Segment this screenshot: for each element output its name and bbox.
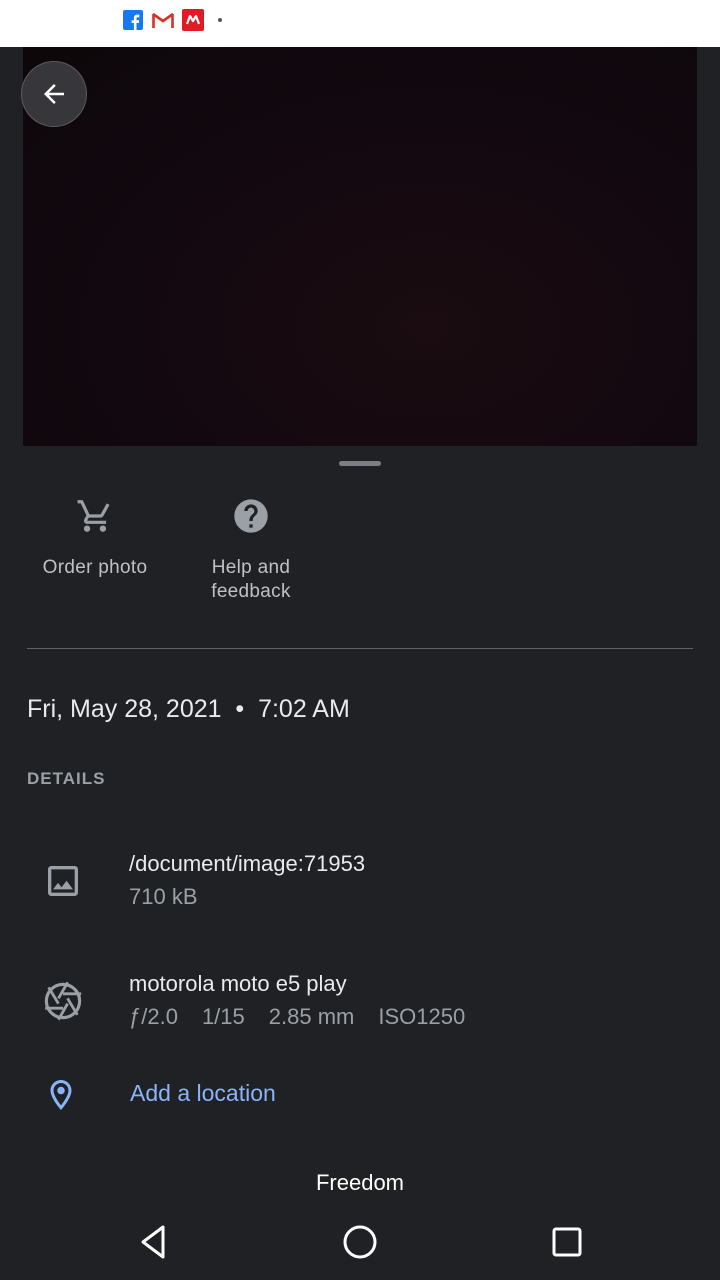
photo-viewer	[0, 47, 720, 467]
help-feedback-label: Help and feedback	[211, 557, 291, 602]
aperture-icon	[40, 978, 86, 1024]
file-size: 710 kB	[129, 884, 198, 909]
arrow-back-icon	[44, 84, 64, 104]
file-details-row[interactable]: /document/image:71953 710 kB	[0, 848, 720, 928]
shutter-speed: 1/15	[201, 1004, 245, 1029]
focal-length: 2.85 mm	[268, 1004, 355, 1029]
help-circle-icon	[231, 496, 271, 536]
order-photo-button[interactable]: Order photo	[15, 496, 175, 580]
facebook-icon	[122, 9, 144, 31]
add-location-row[interactable]: Add a location	[0, 1072, 720, 1122]
divider	[27, 648, 693, 649]
more-dot-icon	[218, 18, 222, 22]
iso-value: ISO1250	[378, 1004, 466, 1029]
camera-model: motorola moto e5 play	[129, 971, 347, 996]
camera-details-row[interactable]: motorola moto e5 play ƒ/2.0 1/15 2.85 mm…	[0, 968, 720, 1048]
help-feedback-button[interactable]: Help and feedback	[171, 496, 331, 604]
order-photo-label: Order photo	[42, 557, 148, 578]
image-icon	[40, 858, 86, 904]
gmail-icon	[152, 9, 174, 31]
photo	[23, 47, 697, 447]
cart-icon	[75, 496, 115, 536]
nav-back-icon	[141, 1225, 165, 1259]
myntra-icon	[182, 9, 204, 31]
photo-datetime: Fri, May 28, 2021 • 7:02 AM	[27, 695, 350, 723]
drag-handle[interactable]	[339, 461, 381, 466]
nav-recents-button[interactable]	[545, 1220, 589, 1264]
back-button[interactable]	[21, 61, 87, 127]
nav-home-icon	[343, 1225, 377, 1259]
location-pin-icon	[38, 1072, 84, 1118]
photo-caption: Freedom	[315, 1170, 405, 1195]
status-bar	[0, 0, 720, 47]
notification-icons	[122, 9, 222, 31]
info-sheet[interactable]: Order photo Help and feedback Fri, May 2…	[0, 446, 720, 1280]
nav-back-button[interactable]	[132, 1220, 176, 1264]
details-header: DETAILS	[27, 769, 106, 788]
system-nav-bar	[0, 1200, 720, 1280]
file-path: /document/image:71953	[129, 851, 366, 876]
add-location-link[interactable]: Add a location	[130, 1080, 276, 1107]
aperture-value: ƒ/2.0	[129, 1004, 178, 1029]
camera-specs: ƒ/2.0 1/15 2.85 mm ISO1250	[129, 1004, 465, 1030]
nav-recents-icon	[552, 1227, 582, 1257]
nav-home-button[interactable]	[338, 1220, 382, 1264]
